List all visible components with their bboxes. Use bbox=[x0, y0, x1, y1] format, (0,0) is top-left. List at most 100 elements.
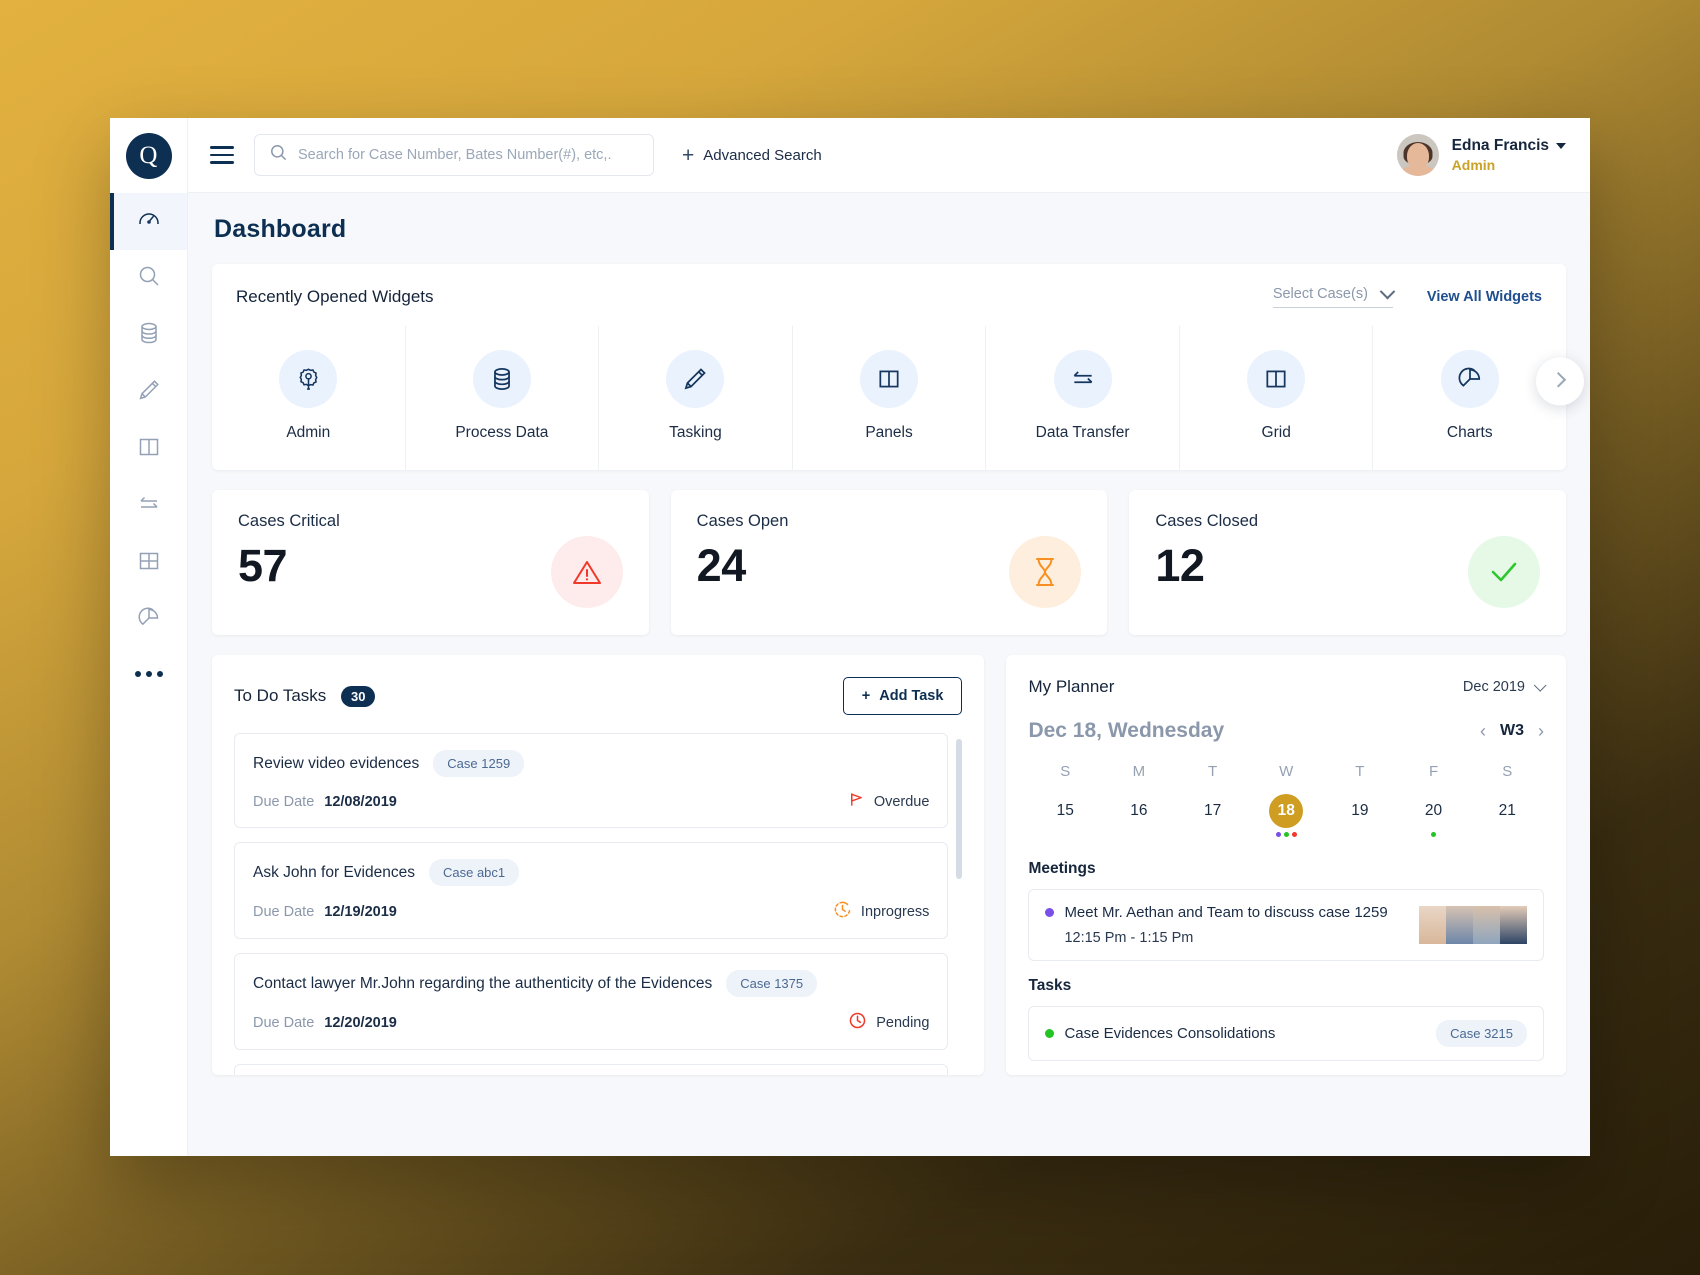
widget-label: Data Transfer bbox=[1035, 424, 1130, 441]
month-selector[interactable]: Dec 2019 bbox=[1463, 678, 1547, 695]
view-all-widgets-link[interactable]: View All Widgets bbox=[1427, 289, 1542, 305]
gear-wrench-icon bbox=[279, 350, 338, 408]
todo-header: To Do Tasks 30 + Add Task bbox=[234, 677, 963, 715]
top-bar: + Advanced Search Edna Francis Admin bbox=[188, 118, 1590, 193]
due-date-value: 12/19/2019 bbox=[324, 903, 397, 920]
flag-icon bbox=[848, 791, 865, 812]
sidebar-item-charts[interactable] bbox=[110, 592, 187, 649]
stat-card-cases-critical[interactable]: Cases Critical 57 bbox=[212, 490, 649, 635]
calendar-day[interactable]: 20 bbox=[1397, 794, 1471, 844]
chevron-down-icon bbox=[1379, 283, 1396, 299]
avatar bbox=[1446, 906, 1473, 944]
stat-label: Cases Open bbox=[696, 512, 789, 530]
widget-grid[interactable]: Grid bbox=[1180, 326, 1374, 470]
sidebar-item-grid[interactable] bbox=[110, 535, 187, 592]
prev-week-icon[interactable]: ‹ bbox=[1480, 721, 1486, 742]
dow-label: M bbox=[1132, 763, 1146, 780]
widget-label: Admin bbox=[286, 424, 331, 441]
due-date-value: 12/20/2019 bbox=[324, 1014, 397, 1031]
planner-header: My Planner Dec 2019 bbox=[1028, 677, 1547, 697]
task-status-label: Pending bbox=[876, 1014, 930, 1031]
calendar-day-dots bbox=[1397, 832, 1471, 844]
case-tag[interactable]: Case 1259 bbox=[433, 750, 525, 777]
widget-data-transfer[interactable]: Data Transfer bbox=[986, 326, 1180, 470]
task-item[interactable]: Ask John for Evidences Case abc1 Due Dat… bbox=[234, 842, 949, 939]
planner-selected-date: Dec 18, Wednesday bbox=[1028, 719, 1224, 743]
widgets-next-button[interactable] bbox=[1536, 357, 1584, 406]
sidebar-item-search[interactable] bbox=[110, 250, 187, 307]
app-window: Q Search for Case Number, Bates Number(#… bbox=[110, 118, 1590, 1156]
chevron-down-icon[interactable] bbox=[1556, 142, 1566, 149]
calendar-day-dots bbox=[1176, 832, 1250, 844]
calendar-day-dots bbox=[1470, 832, 1544, 844]
case-tag[interactable]: Case 1375 bbox=[726, 970, 818, 997]
logo-letter: Q bbox=[125, 132, 172, 179]
sidebar-item-dashboard[interactable] bbox=[110, 193, 187, 250]
calendar-day[interactable]: 16 bbox=[1102, 794, 1176, 844]
search-input[interactable] bbox=[298, 147, 639, 163]
stat-cards: Cases Critical 57 Cases Open 24 Cases Cl… bbox=[212, 490, 1567, 635]
stat-card-cases-closed[interactable]: Cases Closed 12 bbox=[1129, 490, 1567, 635]
pencil-icon bbox=[666, 350, 725, 408]
calendar-day-number: 16 bbox=[1130, 802, 1148, 819]
task-item[interactable]: Contact lawyer Mr.John regarding the aut… bbox=[234, 953, 949, 1050]
case-tag[interactable]: Case 3215 bbox=[1436, 1020, 1527, 1047]
calendar-day-dots bbox=[1028, 832, 1102, 844]
clock-progress-icon bbox=[833, 900, 852, 923]
calendar-day-number: 18 bbox=[1269, 794, 1304, 828]
case-tag[interactable]: Case abc1 bbox=[428, 859, 520, 886]
chevron-right-icon bbox=[1550, 371, 1566, 388]
data-transfer-icon bbox=[1053, 350, 1112, 408]
dashboard-gauge-icon bbox=[136, 206, 162, 237]
task-item[interactable]: Review video evidences Case 1259 Due Dat… bbox=[234, 733, 949, 828]
week-navigation: ‹ W3 › bbox=[1480, 721, 1544, 742]
sidebar-more-icon[interactable] bbox=[134, 671, 163, 677]
planner-task-item[interactable]: Case Evidences Consolidations Case 3215 bbox=[1028, 1006, 1544, 1061]
select-case-dropdown[interactable]: Select Case(s) bbox=[1272, 283, 1396, 308]
page-title: Dashboard bbox=[214, 215, 347, 243]
advanced-search-button[interactable]: + Advanced Search bbox=[682, 145, 822, 166]
calendar-day-selected[interactable]: 18 bbox=[1249, 794, 1323, 844]
calendar-day[interactable]: 17 bbox=[1176, 794, 1250, 844]
hamburger-icon[interactable] bbox=[210, 146, 234, 164]
stat-card-cases-open[interactable]: Cases Open 24 bbox=[670, 490, 1108, 635]
select-case-label: Select Case(s) bbox=[1272, 286, 1368, 302]
todo-count-badge: 30 bbox=[341, 685, 376, 707]
stat-label: Cases Closed bbox=[1155, 512, 1259, 530]
task-status-label: Overdue bbox=[873, 793, 930, 810]
task-name: Review video evidences bbox=[253, 754, 420, 772]
task-status: Inprogress bbox=[833, 900, 929, 923]
sidebar-item-data-transfer[interactable] bbox=[110, 478, 187, 535]
sidebar-item-panels[interactable] bbox=[110, 421, 187, 478]
panels-icon bbox=[860, 350, 919, 408]
task-list-scrollbar[interactable] bbox=[956, 739, 963, 879]
database-icon bbox=[137, 321, 161, 350]
meeting-item[interactable]: Meet Mr. Aethan and Team to discuss case… bbox=[1028, 889, 1544, 961]
dow-label: W bbox=[1279, 763, 1294, 780]
add-task-button[interactable]: + Add Task bbox=[842, 677, 963, 715]
task-list: Review video evidences Case 1259 Due Dat… bbox=[234, 733, 963, 1075]
widget-tasking[interactable]: Tasking bbox=[599, 326, 793, 470]
user-info: Edna Francis Admin bbox=[1452, 136, 1566, 174]
calendar-day[interactable]: 19 bbox=[1323, 794, 1397, 844]
task-item[interactable]: Review the Processed Evidences Case abc1… bbox=[234, 1064, 949, 1075]
widget-panels[interactable]: Panels bbox=[793, 326, 987, 470]
user-profile-menu[interactable]: Edna Francis Admin bbox=[1396, 134, 1566, 176]
app-logo[interactable]: Q bbox=[110, 118, 187, 193]
task-name: Contact lawyer Mr.John regarding the aut… bbox=[253, 974, 713, 992]
widget-process-data[interactable]: Process Data bbox=[406, 326, 600, 470]
planner-task-name: Case Evidences Consolidations bbox=[1064, 1025, 1276, 1042]
widget-admin[interactable]: Admin bbox=[212, 326, 406, 470]
sidebar-item-tasking[interactable] bbox=[110, 364, 187, 421]
widget-charts[interactable]: Charts bbox=[1373, 326, 1566, 470]
next-week-icon[interactable]: › bbox=[1538, 721, 1544, 742]
task-status: Pending bbox=[848, 1011, 929, 1034]
week-calendar: S M T W T F S 15 16 17 18 19 20 21 bbox=[1028, 763, 1544, 844]
search-box[interactable] bbox=[254, 134, 654, 176]
widgets-title: Recently Opened Widgets bbox=[236, 287, 434, 306]
calendar-day[interactable]: 21 bbox=[1470, 794, 1544, 844]
meetings-label: Meetings bbox=[1028, 860, 1096, 877]
sidebar-item-process-data[interactable] bbox=[110, 307, 187, 364]
calendar-day[interactable]: 15 bbox=[1028, 794, 1102, 844]
calendar-day-dots bbox=[1249, 832, 1323, 844]
